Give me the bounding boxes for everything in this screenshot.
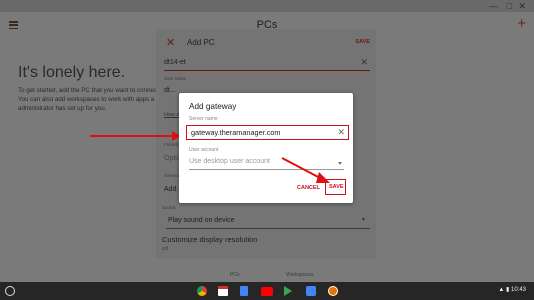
annotation-arrow-left (90, 131, 181, 141)
chrome-icon[interactable] (197, 286, 207, 296)
pc-name-clear-icon[interactable]: ✕ (360, 57, 368, 68)
add-gateway-dialog: Add gateway Server name gateway.theraman… (179, 93, 353, 203)
play-store-icon[interactable] (284, 286, 292, 296)
dialog-title: Add gateway (189, 102, 237, 111)
sound-label: Sound (162, 205, 176, 210)
general-label: General (164, 173, 181, 178)
sound-caret-icon: ▼ (361, 217, 366, 223)
chevron-down-icon (338, 162, 342, 165)
sound-underline (166, 228, 370, 229)
add-icon[interactable]: + (517, 15, 526, 32)
chromeos-shelf: ▲ ▮ 10:43 (0, 282, 534, 300)
gmail-icon[interactable] (218, 286, 228, 296)
wifi-icon: ▲ (498, 287, 505, 293)
add-pc-save-button[interactable]: SAVE (355, 39, 370, 45)
pc-name-field[interactable]: dt14-et (164, 59, 186, 66)
bottom-navigation: PCs Workspaces (0, 258, 534, 282)
status-area[interactable]: ▲ ▮ 10:43 (498, 286, 526, 293)
user-name-label: User name (164, 76, 187, 81)
user-account-value: Use desktop user account (189, 158, 270, 165)
user-name-field[interactable]: dt... (164, 87, 176, 94)
tab-workspaces[interactable]: Workspaces (286, 272, 313, 278)
battery-icon: ▮ (506, 287, 510, 293)
window-titlebar: — □ ✕ (0, 0, 534, 12)
pc-name-underline (164, 70, 370, 71)
files-icon[interactable] (306, 286, 316, 296)
sound-select[interactable]: Play sound on device (168, 217, 235, 224)
annotation-arrow-diagonal (281, 157, 330, 183)
display-resolution-value: Off (162, 246, 168, 251)
clock: 10:43 (510, 287, 526, 293)
empty-state-title: It's lonely here. (18, 64, 126, 81)
tab-pcs[interactable]: PCs (230, 272, 239, 278)
docs-icon[interactable] (240, 286, 248, 296)
close-window-icon[interactable]: ✕ (518, 0, 526, 12)
close-icon[interactable]: ✕ (166, 36, 175, 49)
user-account-label: User account (189, 147, 219, 153)
launcher-icon[interactable] (5, 286, 15, 296)
add-pc-title: Add PC (187, 38, 215, 47)
server-name-label: Server name (189, 116, 218, 122)
remote-desktop-icon[interactable] (328, 286, 338, 296)
youtube-icon[interactable] (261, 287, 273, 296)
maximize-icon[interactable]: □ (507, 0, 512, 12)
empty-state-text: To get started, add the PC that you want… (18, 87, 159, 112)
clear-icon[interactable]: ✕ (337, 126, 345, 138)
minimize-icon[interactable]: — (489, 0, 498, 12)
remote-desktop-app: — □ ✕ PCs + It's lonely here. To get sta… (0, 0, 534, 282)
display-resolution-title[interactable]: Customize display resolution (162, 235, 257, 244)
server-name-input[interactable]: gateway.theramanager.com ✕ (186, 125, 349, 140)
server-name-value: gateway.theramanager.com (191, 128, 281, 137)
add-pc-header: ✕ Add PC SAVE (156, 29, 376, 53)
